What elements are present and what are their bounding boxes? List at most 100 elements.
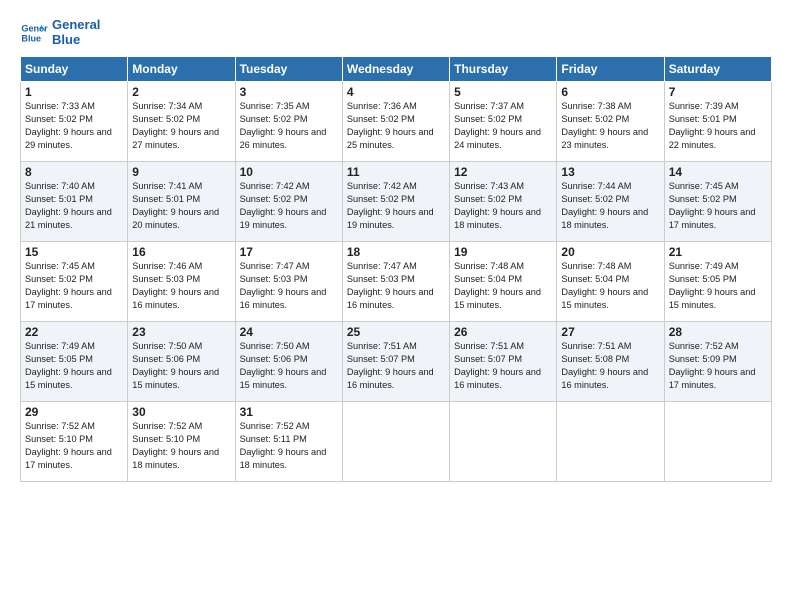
calendar-cell: 24Sunrise: 7:50 AMSunset: 5:06 PMDayligh… — [235, 321, 342, 401]
calendar-cell: 13Sunrise: 7:44 AMSunset: 5:02 PMDayligh… — [557, 161, 664, 241]
cell-content: Sunrise: 7:37 AMSunset: 5:02 PMDaylight:… — [454, 100, 552, 152]
cell-content: Sunrise: 7:46 AMSunset: 5:03 PMDaylight:… — [132, 260, 230, 312]
header-day: Sunday — [21, 56, 128, 81]
calendar-cell: 30Sunrise: 7:52 AMSunset: 5:10 PMDayligh… — [128, 401, 235, 481]
header-day: Monday — [128, 56, 235, 81]
day-number: 20 — [561, 245, 659, 259]
cell-content: Sunrise: 7:33 AMSunset: 5:02 PMDaylight:… — [25, 100, 123, 152]
logo-text-blue: Blue — [52, 33, 100, 48]
cell-content: Sunrise: 7:52 AMSunset: 5:09 PMDaylight:… — [669, 340, 767, 392]
calendar-cell: 22Sunrise: 7:49 AMSunset: 5:05 PMDayligh… — [21, 321, 128, 401]
calendar-cell: 27Sunrise: 7:51 AMSunset: 5:08 PMDayligh… — [557, 321, 664, 401]
day-number: 12 — [454, 165, 552, 179]
header-day: Tuesday — [235, 56, 342, 81]
calendar-cell: 18Sunrise: 7:47 AMSunset: 5:03 PMDayligh… — [342, 241, 449, 321]
calendar-cell: 19Sunrise: 7:48 AMSunset: 5:04 PMDayligh… — [450, 241, 557, 321]
svg-text:Blue: Blue — [21, 33, 41, 43]
cell-content: Sunrise: 7:44 AMSunset: 5:02 PMDaylight:… — [561, 180, 659, 232]
cell-content: Sunrise: 7:48 AMSunset: 5:04 PMDaylight:… — [454, 260, 552, 312]
calendar-cell: 9Sunrise: 7:41 AMSunset: 5:01 PMDaylight… — [128, 161, 235, 241]
cell-content: Sunrise: 7:52 AMSunset: 5:10 PMDaylight:… — [132, 420, 230, 472]
cell-content: Sunrise: 7:48 AMSunset: 5:04 PMDaylight:… — [561, 260, 659, 312]
calendar-week-row: 8Sunrise: 7:40 AMSunset: 5:01 PMDaylight… — [21, 161, 772, 241]
day-number: 18 — [347, 245, 445, 259]
calendar-cell: 2Sunrise: 7:34 AMSunset: 5:02 PMDaylight… — [128, 81, 235, 161]
day-number: 4 — [347, 85, 445, 99]
cell-content: Sunrise: 7:50 AMSunset: 5:06 PMDaylight:… — [132, 340, 230, 392]
day-number: 17 — [240, 245, 338, 259]
calendar-cell: 6Sunrise: 7:38 AMSunset: 5:02 PMDaylight… — [557, 81, 664, 161]
calendar-cell — [450, 401, 557, 481]
calendar-cell: 11Sunrise: 7:42 AMSunset: 5:02 PMDayligh… — [342, 161, 449, 241]
day-number: 27 — [561, 325, 659, 339]
calendar-cell: 28Sunrise: 7:52 AMSunset: 5:09 PMDayligh… — [664, 321, 771, 401]
cell-content: Sunrise: 7:51 AMSunset: 5:08 PMDaylight:… — [561, 340, 659, 392]
calendar-cell: 15Sunrise: 7:45 AMSunset: 5:02 PMDayligh… — [21, 241, 128, 321]
day-number: 8 — [25, 165, 123, 179]
day-number: 5 — [454, 85, 552, 99]
cell-content: Sunrise: 7:51 AMSunset: 5:07 PMDaylight:… — [454, 340, 552, 392]
day-number: 2 — [132, 85, 230, 99]
cell-content: Sunrise: 7:42 AMSunset: 5:02 PMDaylight:… — [240, 180, 338, 232]
day-number: 1 — [25, 85, 123, 99]
logo-icon: General Blue — [20, 19, 48, 47]
calendar-cell: 7Sunrise: 7:39 AMSunset: 5:01 PMDaylight… — [664, 81, 771, 161]
day-number: 29 — [25, 405, 123, 419]
calendar-page: General Blue General Blue SundayMondayTu… — [0, 0, 792, 612]
cell-content: Sunrise: 7:43 AMSunset: 5:02 PMDaylight:… — [454, 180, 552, 232]
calendar-cell: 25Sunrise: 7:51 AMSunset: 5:07 PMDayligh… — [342, 321, 449, 401]
day-number: 9 — [132, 165, 230, 179]
cell-content: Sunrise: 7:47 AMSunset: 5:03 PMDaylight:… — [347, 260, 445, 312]
day-number: 11 — [347, 165, 445, 179]
calendar-week-row: 15Sunrise: 7:45 AMSunset: 5:02 PMDayligh… — [21, 241, 772, 321]
cell-content: Sunrise: 7:47 AMSunset: 5:03 PMDaylight:… — [240, 260, 338, 312]
logo: General Blue General Blue — [20, 18, 100, 48]
cell-content: Sunrise: 7:45 AMSunset: 5:02 PMDaylight:… — [669, 180, 767, 232]
day-number: 23 — [132, 325, 230, 339]
calendar-cell: 16Sunrise: 7:46 AMSunset: 5:03 PMDayligh… — [128, 241, 235, 321]
header-day: Saturday — [664, 56, 771, 81]
cell-content: Sunrise: 7:39 AMSunset: 5:01 PMDaylight:… — [669, 100, 767, 152]
header-day: Thursday — [450, 56, 557, 81]
calendar-cell: 5Sunrise: 7:37 AMSunset: 5:02 PMDaylight… — [450, 81, 557, 161]
day-number: 31 — [240, 405, 338, 419]
cell-content: Sunrise: 7:49 AMSunset: 5:05 PMDaylight:… — [669, 260, 767, 312]
calendar-cell: 14Sunrise: 7:45 AMSunset: 5:02 PMDayligh… — [664, 161, 771, 241]
calendar-cell: 17Sunrise: 7:47 AMSunset: 5:03 PMDayligh… — [235, 241, 342, 321]
day-number: 7 — [669, 85, 767, 99]
day-number: 28 — [669, 325, 767, 339]
day-number: 21 — [669, 245, 767, 259]
calendar-cell: 21Sunrise: 7:49 AMSunset: 5:05 PMDayligh… — [664, 241, 771, 321]
calendar-cell — [342, 401, 449, 481]
cell-content: Sunrise: 7:52 AMSunset: 5:10 PMDaylight:… — [25, 420, 123, 472]
cell-content: Sunrise: 7:40 AMSunset: 5:01 PMDaylight:… — [25, 180, 123, 232]
calendar-cell: 29Sunrise: 7:52 AMSunset: 5:10 PMDayligh… — [21, 401, 128, 481]
page-header: General Blue General Blue — [20, 18, 772, 48]
calendar-cell — [557, 401, 664, 481]
header-row: SundayMondayTuesdayWednesdayThursdayFrid… — [21, 56, 772, 81]
day-number: 30 — [132, 405, 230, 419]
calendar-cell: 31Sunrise: 7:52 AMSunset: 5:11 PMDayligh… — [235, 401, 342, 481]
calendar-cell: 3Sunrise: 7:35 AMSunset: 5:02 PMDaylight… — [235, 81, 342, 161]
day-number: 19 — [454, 245, 552, 259]
cell-content: Sunrise: 7:45 AMSunset: 5:02 PMDaylight:… — [25, 260, 123, 312]
cell-content: Sunrise: 7:36 AMSunset: 5:02 PMDaylight:… — [347, 100, 445, 152]
day-number: 10 — [240, 165, 338, 179]
day-number: 26 — [454, 325, 552, 339]
calendar-week-row: 22Sunrise: 7:49 AMSunset: 5:05 PMDayligh… — [21, 321, 772, 401]
day-number: 22 — [25, 325, 123, 339]
day-number: 13 — [561, 165, 659, 179]
calendar-cell: 20Sunrise: 7:48 AMSunset: 5:04 PMDayligh… — [557, 241, 664, 321]
calendar-cell: 4Sunrise: 7:36 AMSunset: 5:02 PMDaylight… — [342, 81, 449, 161]
calendar-cell: 8Sunrise: 7:40 AMSunset: 5:01 PMDaylight… — [21, 161, 128, 241]
cell-content: Sunrise: 7:34 AMSunset: 5:02 PMDaylight:… — [132, 100, 230, 152]
calendar-body: 1Sunrise: 7:33 AMSunset: 5:02 PMDaylight… — [21, 81, 772, 481]
calendar-table: SundayMondayTuesdayWednesdayThursdayFrid… — [20, 56, 772, 482]
day-number: 14 — [669, 165, 767, 179]
day-number: 16 — [132, 245, 230, 259]
header-day: Wednesday — [342, 56, 449, 81]
cell-content: Sunrise: 7:42 AMSunset: 5:02 PMDaylight:… — [347, 180, 445, 232]
calendar-cell: 12Sunrise: 7:43 AMSunset: 5:02 PMDayligh… — [450, 161, 557, 241]
calendar-week-row: 1Sunrise: 7:33 AMSunset: 5:02 PMDaylight… — [21, 81, 772, 161]
cell-content: Sunrise: 7:41 AMSunset: 5:01 PMDaylight:… — [132, 180, 230, 232]
